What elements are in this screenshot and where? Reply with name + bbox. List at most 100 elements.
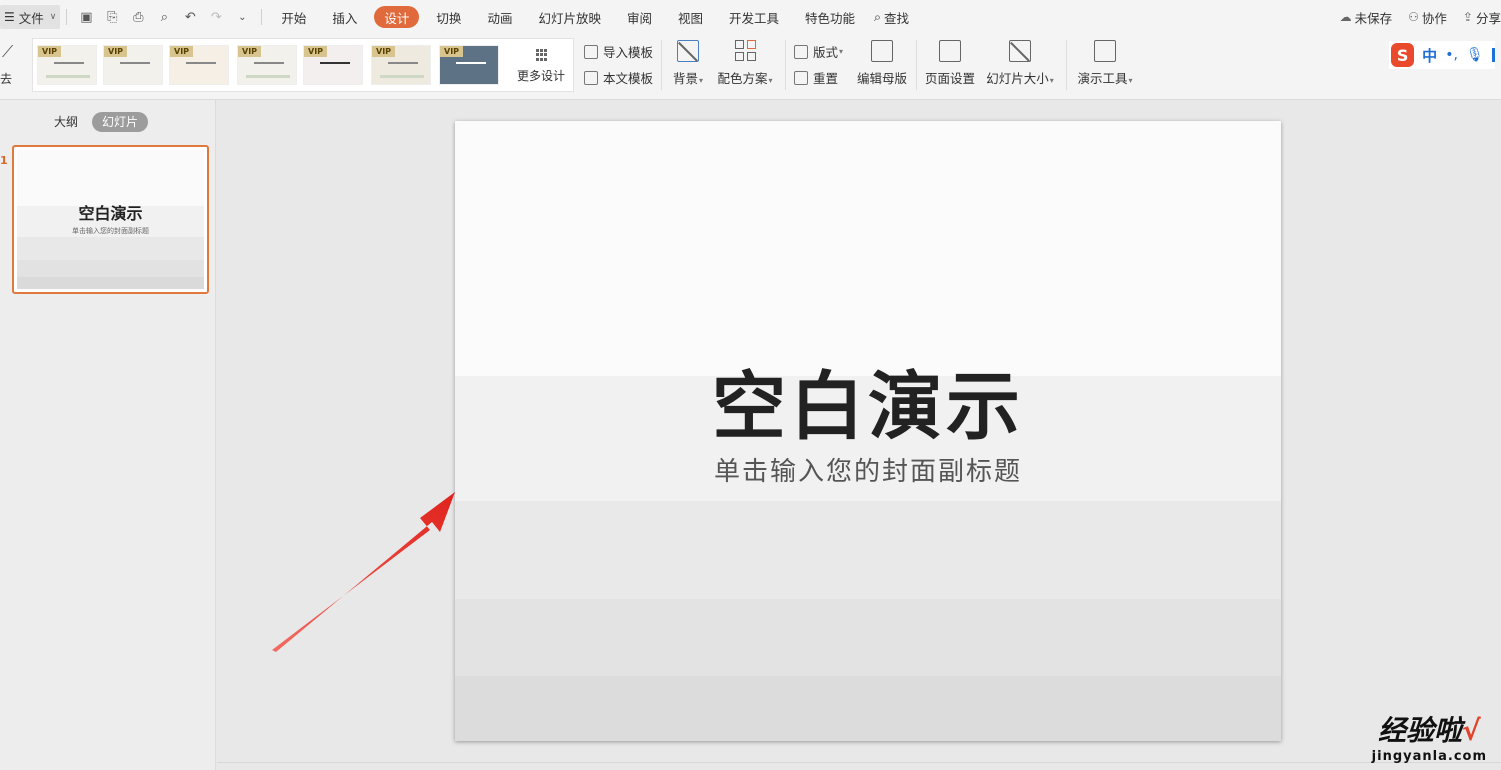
layout-label: 版式 [813,45,839,60]
format-painter-label: 去 [0,72,13,86]
unsaved-status-button[interactable]: ☁ 未保存 [1332,5,1401,29]
template-decoration [46,75,90,78]
slide-thumbnail[interactable]: 空白演示 单击输入您的封面副标题 [12,145,209,294]
reset-button[interactable]: 重置 [794,68,838,87]
slide-size-label: 幻灯片大小 [986,71,1049,86]
layout-button[interactable]: 版式 ▾ [794,42,843,61]
file-menu-button[interactable]: ☰ 文件 ∨ [0,5,61,29]
text-template-label: 本文模板 [603,71,654,86]
share-label: 分享 [1475,10,1501,26]
slide-band [455,676,1281,741]
save-icon[interactable]: ▣ [73,5,99,29]
tab-9[interactable]: 特色功能 [792,6,868,28]
template-thumbnail[interactable]: VIP [103,45,163,85]
tab-7[interactable]: 视图 [665,6,716,28]
status-divider [217,762,1501,763]
template-decoration [456,62,486,64]
share-button[interactable]: ⇪ 分享 [1455,5,1501,29]
color-scheme-icon [734,40,756,62]
tab-6[interactable]: 审阅 [614,6,665,28]
print-icon[interactable]: ⎙ [125,5,151,29]
slide-subtitle[interactable]: 单击输入您的封面副标题 [455,451,1281,488]
divider [261,9,263,25]
slide-title[interactable]: 空白演示 [455,347,1281,454]
caret-down-icon: ▾ [699,76,704,85]
tab-2[interactable]: 设计 [374,6,420,28]
template-decoration [246,75,290,78]
print-preview-icon[interactable]: ⌕ [151,5,177,29]
caret-down-icon: ▾ [1049,76,1054,85]
divider [661,40,662,90]
import-template-icon [584,44,598,59]
page-setup-label: 页面设置 [924,71,975,86]
keyboard-icon[interactable] [1491,48,1495,62]
template-decoration [380,75,424,78]
import-template-label: 导入模板 [603,45,654,60]
tab-3[interactable]: 切换 [423,6,474,28]
sogou-logo-icon[interactable]: S [1391,43,1415,67]
background-button[interactable]: 背景▾ [670,40,706,92]
import-template-button[interactable]: 导入模板 [584,42,653,61]
presentation-tools-label: 演示工具 [1077,71,1128,86]
more-design-button[interactable]: 更多设计 [511,45,571,89]
slide-size-button[interactable]: 幻灯片大小▾ [984,40,1056,92]
template-decoration [388,62,418,64]
reset-label: 重置 [813,71,839,86]
format-painter-button[interactable]: ⟋ 去 [0,40,20,90]
edit-master-icon [871,40,893,62]
tab-1[interactable]: 插入 [319,6,370,28]
template-thumbnail[interactable]: VIP [371,45,431,85]
presentation-tools-button[interactable]: 演示工具▾ [1075,40,1135,92]
tab-slides[interactable]: 幻灯片 [92,112,149,132]
template-thumbnail[interactable]: VIP [237,45,297,85]
tab-8[interactable]: 开发工具 [716,6,792,28]
vip-badge: VIP [170,46,194,57]
template-thumbnail[interactable]: VIP [169,45,229,85]
tab-4[interactable]: 动画 [474,6,525,28]
thumbnail-band [17,277,204,289]
user-icon: ⚇ [1408,10,1419,24]
search-button[interactable]: ⌕ 查找 [868,5,915,29]
collab-button[interactable]: ⚇ 协作 [1400,5,1455,29]
vip-badge: VIP [304,46,328,57]
template-thumbnail[interactable]: VIP [439,45,499,85]
template-thumbnail[interactable]: VIP [303,45,363,85]
text-template-button[interactable]: 本文模板 [584,68,653,87]
ime-language-toggle[interactable]: 中 [1422,45,1437,66]
menu-bar: ☰ 文件 ∨ ▣ ⎘ ⎙ ⌕ ↶ ↷ ⌄ 开始 插入 设计 切换 动画 幻灯片放映 审阅 视图… [0,0,1501,34]
template-thumbnail[interactable]: VIP [37,45,97,85]
ime-toolbar: S 中 •, 🎙 [1389,41,1495,69]
tab-5[interactable]: 幻灯片放映 [525,6,614,28]
punctuation-icon[interactable]: •, [1445,47,1458,63]
slide-editor[interactable]: 空白演示 单击输入您的封面副标题 [455,121,1281,741]
color-scheme-label: 配色方案 [717,71,768,86]
vip-badge: VIP [38,46,62,57]
page-setup-button[interactable]: 页面设置 [924,40,976,92]
tab-outline[interactable]: 大纲 [44,112,88,132]
caret-down-icon: ▾ [839,47,844,56]
caret-down-icon: ▾ [1128,76,1133,85]
watermark: 经验啦√ jingyanla.com [1372,709,1487,764]
tab-0[interactable]: 开始 [268,6,319,28]
undo-icon[interactable]: ↶ [177,5,203,29]
customize-toolbar-icon[interactable]: ⌄ [229,5,255,29]
brush-icon: ⟋ [2,42,14,61]
reset-icon [794,70,808,85]
template-decoration [254,62,284,64]
microphone-icon[interactable]: 🎙 [1466,47,1484,63]
thumbnail-canvas: 空白演示 单击输入您的封面副标题 [17,150,204,289]
divider [1066,40,1067,90]
page-setup-icon [939,40,961,62]
export-icon[interactable]: ⎘ [99,5,125,29]
watermark-url: jingyanla.com [1371,749,1487,764]
thumbnail-band [17,237,204,260]
color-scheme-button[interactable]: 配色方案▾ [714,40,776,92]
divider [916,40,917,90]
template-decoration [54,62,84,64]
search-icon: ⌕ [874,9,882,24]
editor-canvas: 空白演示 单击输入您的封面副标题 [217,100,1501,770]
redo-icon[interactable]: ↷ [203,5,229,29]
edit-master-button[interactable]: 编辑母版 [856,40,908,92]
text-template-icon [584,70,598,85]
ribbon-tabs: 开始 插入 设计 切换 动画 幻灯片放映 审阅 视图 开发工具 特色功能 [268,6,868,28]
